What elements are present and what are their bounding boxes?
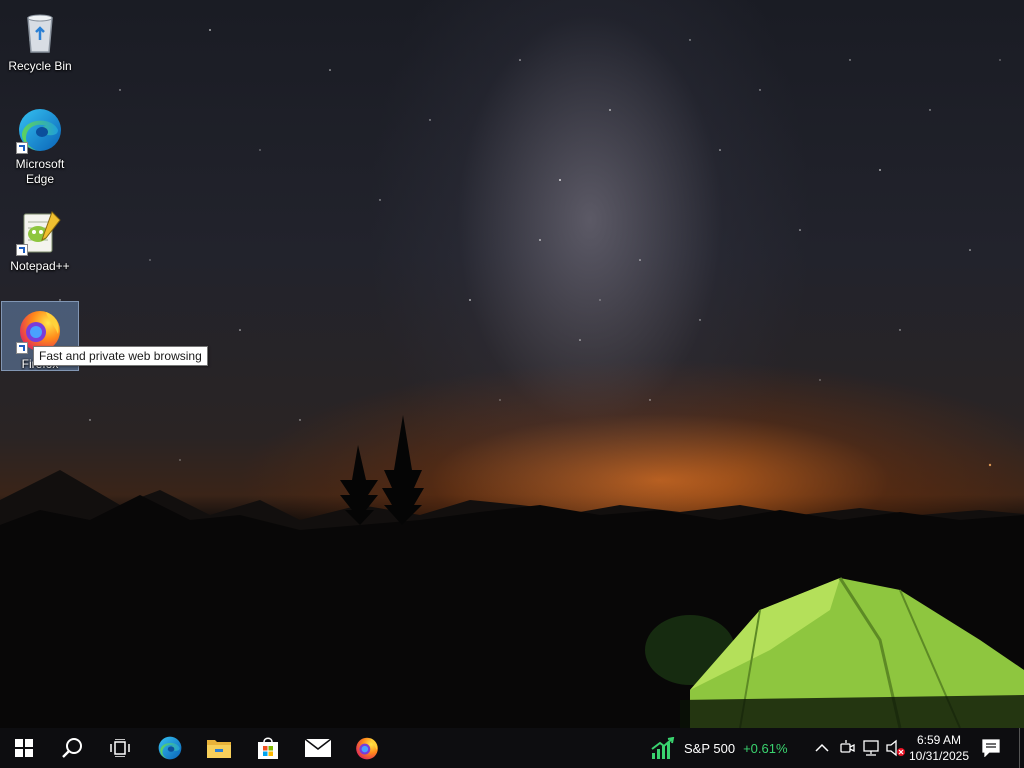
clock[interactable]: 6:59 AM 10/31/2025 — [906, 728, 972, 768]
start-button[interactable] — [0, 728, 48, 768]
stock-change: +0.61% — [743, 740, 788, 756]
show-desktop-button[interactable] — [1019, 728, 1020, 768]
taskbar: S&P 500 +0.61% 6:59 AM 10/31/2025 — [0, 728, 1024, 768]
firefox-taskbar-button[interactable] — [343, 728, 391, 768]
firefox-icon — [356, 737, 378, 760]
recycle-bin-icon — [16, 8, 64, 56]
desktop-icon-label: Recycle Bin — [8, 59, 72, 73]
network-icon — [863, 740, 879, 756]
show-hidden-icons-button[interactable] — [815, 728, 833, 768]
stock-name: S&P 500 — [684, 740, 736, 756]
chevron-up-icon — [815, 743, 829, 752]
mail-button[interactable] — [294, 728, 342, 768]
shortcut-arrow-icon — [16, 244, 28, 256]
notification-icon — [982, 739, 1000, 757]
volume-button[interactable] — [886, 728, 906, 768]
windows-icon — [15, 739, 33, 757]
trend-up-icon — [651, 737, 675, 759]
tooltip: Fast and private web browsing — [33, 346, 208, 366]
clock-time: 6:59 AM — [916, 733, 962, 747]
folder-icon — [207, 740, 231, 758]
clock-date: 10/31/2025 — [908, 749, 970, 763]
desktop-icon-label: Notepad++ — [10, 259, 70, 273]
shortcut-arrow-icon — [16, 142, 28, 154]
store-button[interactable] — [244, 728, 292, 768]
desktop-icon-microsoft-edge[interactable]: Microsoft Edge — [2, 102, 78, 187]
meet-now-icon — [840, 740, 855, 753]
desktop-icon-notepad-plus-plus[interactable]: Notepad++ — [2, 204, 78, 274]
mail-icon — [305, 739, 331, 757]
search-button[interactable] — [48, 728, 96, 768]
stock-widget[interactable]: S&P 500 +0.61% — [650, 728, 788, 768]
search-icon — [62, 738, 82, 758]
desktop-icon-label: Microsoft Edge — [15, 157, 65, 186]
task-view-icon — [110, 739, 130, 757]
volume-muted-icon — [886, 739, 905, 757]
meet-now-button[interactable] — [839, 728, 855, 768]
notepad-plus-plus-icon — [16, 208, 64, 256]
store-icon — [258, 737, 278, 759]
edge-icon — [158, 736, 182, 760]
shortcut-arrow-icon — [16, 342, 28, 354]
task-view-button[interactable] — [96, 728, 144, 768]
edge-icon — [16, 106, 64, 154]
network-button[interactable] — [862, 728, 880, 768]
desktop-icon-recycle-bin[interactable]: Recycle Bin — [2, 4, 78, 74]
edge-taskbar-button[interactable] — [146, 728, 194, 768]
file-explorer-button[interactable] — [195, 728, 243, 768]
action-center-button[interactable] — [982, 728, 1000, 768]
